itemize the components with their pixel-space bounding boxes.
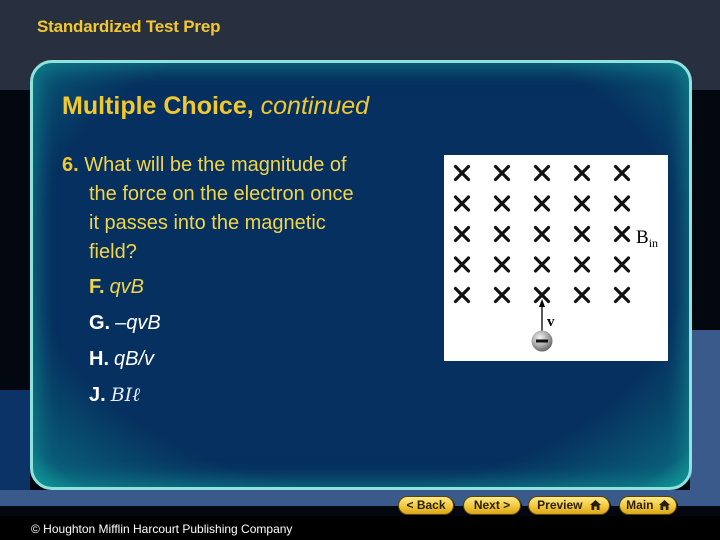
field-x-marker-icon <box>453 286 471 304</box>
field-x-marker-icon <box>533 195 551 212</box>
field-x-marker-icon <box>493 164 511 182</box>
choice-g[interactable]: G. –qvB <box>89 305 161 341</box>
back-label: < Back <box>406 498 446 512</box>
slide-title-main: Multiple Choice, <box>62 92 254 120</box>
next-button[interactable]: Next > <box>463 496 521 515</box>
field-x-marker-icon <box>613 256 631 273</box>
nav-band <box>0 490 720 506</box>
velocity-arrowhead-icon <box>539 299 545 307</box>
velocity-label: v <box>547 314 555 330</box>
field-x-marker-icon <box>573 225 591 243</box>
field-x-marker-icon <box>573 195 591 212</box>
background-left-lower <box>0 390 30 505</box>
question-line: 6. What will be the magnitude of <box>62 154 347 176</box>
field-x-marker-icon <box>533 225 551 243</box>
background-right <box>690 90 720 330</box>
choice-letter: H. <box>89 348 109 370</box>
main-button[interactable]: Main <box>619 496 677 515</box>
choice-h[interactable]: H. qB/v <box>89 341 161 377</box>
choice-letter: J. <box>89 384 106 406</box>
question-line: it passes into the magnetic <box>89 212 326 234</box>
copyright-notice: © Houghton Mifflin Harcourt Publishing C… <box>31 522 293 536</box>
choice-answer: –qvB <box>115 312 161 334</box>
field-x-marker-icon <box>573 256 591 273</box>
preview-label: Preview <box>537 498 583 512</box>
answer-choices: F. qvB G. –qvB H. qB/v J. BIℓ <box>89 269 161 413</box>
field-x-marker-icon <box>493 256 511 273</box>
field-x-marker-icon <box>453 164 471 182</box>
slide-title-continued: continued <box>260 92 370 120</box>
field-x-marker-icon <box>453 225 471 243</box>
choice-answer: qB/v <box>114 348 155 370</box>
field-x-marker-icon <box>613 225 631 243</box>
preview-button[interactable]: Preview <box>528 496 610 515</box>
field-x-marker-icon <box>613 195 631 212</box>
choice-answer: qvB <box>109 276 145 298</box>
background-left <box>0 90 30 390</box>
home-icon <box>658 500 670 510</box>
field-x-marker-icon <box>613 286 631 304</box>
field-x-marker-icon <box>493 225 511 243</box>
slide-title: Multiple Choice, continued <box>62 92 369 121</box>
field-x-marker-icon <box>453 195 471 212</box>
field-x-marker-icon <box>493 286 511 304</box>
magnetic-field-diagram: Bin v <box>444 155 668 361</box>
negative-sign-icon <box>536 339 548 343</box>
field-x-marker-icon <box>533 256 551 273</box>
field-x-marker-icon <box>493 195 511 212</box>
next-label: Next > <box>473 498 511 512</box>
field-x-marker-icon <box>573 286 591 304</box>
header-title: Standardized Test Prep <box>37 17 221 36</box>
question-text: 6. What will be the magnitude of the for… <box>62 151 432 267</box>
question-line: field? <box>89 241 137 263</box>
field-x-marker-icon <box>453 256 471 273</box>
question-number: 6. <box>62 154 79 176</box>
background-right-lower <box>690 330 720 505</box>
choice-letter: G. <box>89 312 111 334</box>
question-line: the force on the electron once <box>89 183 354 205</box>
field-x-marker-icon <box>533 164 551 182</box>
choice-answer: BIℓ <box>110 384 141 406</box>
choice-j[interactable]: J. BIℓ <box>89 377 161 413</box>
choice-letter: F. <box>89 276 105 298</box>
choice-f[interactable]: F. qvB <box>89 269 161 305</box>
home-icon <box>589 500 601 510</box>
main-label: Main <box>626 498 654 512</box>
field-x-marker-icon <box>613 164 631 182</box>
diagram-canvas: Bin v <box>453 164 658 352</box>
field-x-marker-icon <box>573 164 591 182</box>
field-label: Bin <box>636 227 658 250</box>
field-into-page-grid <box>453 164 631 304</box>
back-button[interactable]: < Back <box>398 496 454 515</box>
